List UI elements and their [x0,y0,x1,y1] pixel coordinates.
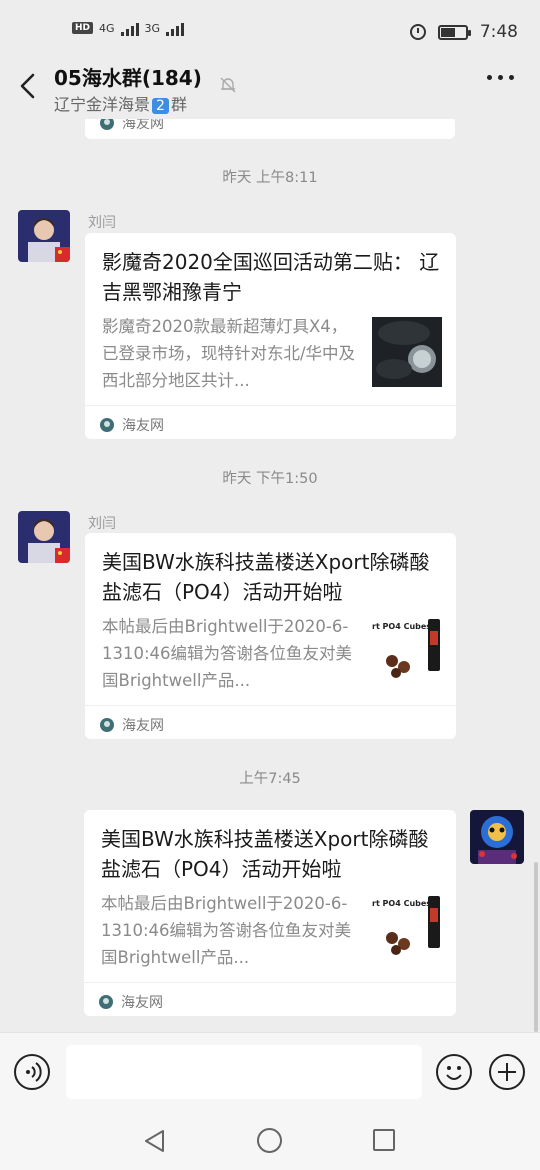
card-description: 影魔奇2020款最新超薄灯具X4，已登录市场，现特针对东北/华中及西北部分地区共… [102,317,356,390]
card-source: 海友网 [99,992,163,1012]
status-right: 7:48 [409,22,518,42]
avatar-self[interactable] [470,810,524,864]
subtitle-prefix: 辽宁金洋海景 [54,95,151,114]
source-icon [100,718,114,732]
status-bar: HD 4G 3G 7:48 [0,0,540,62]
system-navbar [0,1112,540,1170]
subtitle-badge: 2 [152,98,169,114]
network-3g-label: 3G [144,21,161,35]
nav-recent-icon[interactable] [373,1129,395,1151]
thumbnail-image: rt PO4 Cubes [372,894,442,964]
card-title: 影魔奇2020全国巡回活动第二贴： 辽吉黑鄂湘豫青宁 [102,250,440,304]
card-source: 海友网 [100,119,164,133]
card-description: 本帖最后由Brightwell于2020-6-1310:46编辑为答谢各位鱼友对… [102,617,353,690]
card-thumbnail [372,317,442,387]
thumb-caption: rt PO4 Cubes [372,622,431,631]
more-dot [487,75,492,80]
bell-off-icon [220,77,236,93]
avatar-image [18,210,70,262]
partial-message-card[interactable]: 海友网 [85,119,455,139]
signal-1-icon [120,20,139,36]
avatar-image [18,511,70,563]
avatar-image [470,810,524,864]
card-source-label: 海友网 [122,718,164,734]
status-time: 7:48 [479,22,518,42]
timestamp: 上午7:45 [239,771,301,787]
chat-header: 05海水群(184) 辽宁金洋海景 2 群 [0,55,540,119]
more-dot [498,75,503,80]
card-title: 美国BW水族科技盖楼送Xport除磷酸盐滤石（PO4）活动开始啦 [101,827,429,881]
scrollbar[interactable] [534,862,538,1032]
subtitle-suffix: 群 [170,95,187,114]
message-input[interactable] [66,1045,422,1099]
card-description: 本帖最后由Brightwell于2020-6-1310:46编辑为答谢各位鱼友对… [101,894,352,967]
thumbnail-image: rt PO4 Cubes [372,617,442,687]
alarm-icon [409,24,426,40]
network-4g-label: 4G [99,21,115,35]
thumb-caption: rt PO4 Cubes [372,899,431,908]
battery-fill [440,27,456,37]
timestamp: 昨天 下午1:50 [222,471,318,487]
voice-button[interactable] [14,1054,50,1090]
card-source-label: 海友网 [122,119,164,132]
input-bar [0,1032,540,1112]
emoji-icon [446,1066,462,1080]
avatar[interactable] [18,511,70,563]
plus-icon [498,1063,516,1081]
card-thumbnail: rt PO4 Cubes [372,617,442,687]
card-footer: 海友网 [85,405,456,434]
timestamp: 昨天 上午8:11 [222,170,318,186]
chat-subtitle: 辽宁金洋海景 2 群 [54,91,187,115]
status-left: HD 4G 3G [72,20,185,36]
link-card[interactable]: 美国BW水族科技盖楼送Xport除磷酸盐滤石（PO4）活动开始啦 本帖最后由Br… [85,533,456,739]
nav-home-icon[interactable] [257,1128,282,1153]
source-icon [100,119,114,130]
sender-name: 刘闫 [88,516,116,532]
card-source-label: 海友网 [121,995,163,1011]
card-source-label: 海友网 [122,418,164,434]
card-thumbnail: rt PO4 Cubes [372,894,442,964]
card-source: 海友网 [100,415,164,435]
nav-back-icon[interactable] [142,1128,168,1154]
card-source: 海友网 [100,715,164,735]
card-footer: 海友网 [85,705,456,734]
card-title: 美国BW水族科技盖楼送Xport除磷酸盐滤石（PO4）活动开始啦 [102,550,430,604]
emoji-button[interactable] [436,1054,472,1090]
chat-title: 05海水群(184) [54,66,202,90]
thumbnail-image [372,317,442,387]
more-dot [509,75,514,80]
link-card-self[interactable]: 美国BW水族科技盖楼送Xport除磷酸盐滤石（PO4）活动开始啦 本帖最后由Br… [84,810,456,1016]
sender-name: 刘闫 [88,215,116,231]
chat-area[interactable]: 海友网 昨天 上午8:11 刘闫 影魔奇2020全国巡回活动第二贴： 辽吉黑鄂湘… [0,119,540,1032]
link-card[interactable]: 影魔奇2020全国巡回活动第二贴： 辽吉黑鄂湘豫青宁 影魔奇2020款最新超薄灯… [85,233,456,439]
hd-badge: HD [72,22,94,34]
signal-2-icon [166,20,185,36]
avatar[interactable] [18,210,70,262]
more-button[interactable] [487,75,514,80]
voice-icon [26,1062,42,1082]
source-icon [99,995,113,1009]
plus-button[interactable] [489,1054,525,1090]
back-button[interactable] [14,69,44,103]
card-footer: 海友网 [84,982,456,1011]
source-icon [100,418,114,432]
chevron-left-icon [20,73,35,99]
battery-icon [437,24,471,40]
